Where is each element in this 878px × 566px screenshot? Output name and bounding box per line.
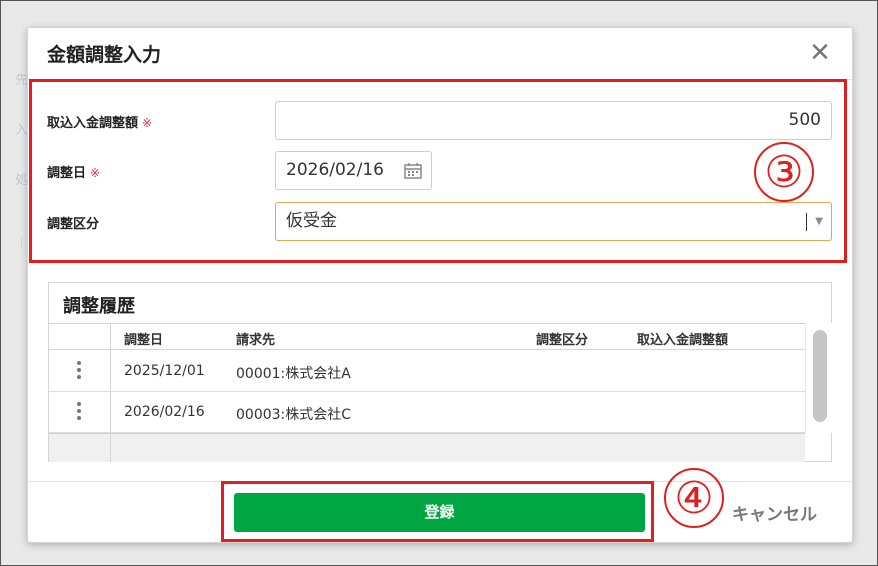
cancel-button[interactable]: キャンセル bbox=[732, 500, 817, 525]
row-date: 2025/12/01 bbox=[124, 363, 205, 379]
adjustment-history-panel: 調整履歴 調整日 請求先 調整区分 取込入金調整額 2025/12/01 000… bbox=[48, 282, 832, 462]
annotation-step3: ③ bbox=[754, 142, 814, 202]
history-title: 調整履歴 bbox=[63, 296, 135, 317]
kebab-menu-icon[interactable] bbox=[77, 402, 83, 424]
column-header[interactable]: 調整日 bbox=[124, 329, 163, 348]
history-table-header: 調整日 請求先 調整区分 取込入金調整額 bbox=[49, 323, 805, 350]
row-customer: 00001:株式会社A bbox=[236, 366, 351, 382]
kebab-menu-icon[interactable] bbox=[77, 361, 83, 383]
table-row[interactable]: 2025/12/01 00001:株式会社A bbox=[49, 351, 805, 392]
table-footer bbox=[49, 433, 805, 462]
column-header[interactable]: 請求先 bbox=[236, 329, 275, 348]
row-date: 2026/02/16 bbox=[124, 404, 205, 420]
column-divider bbox=[110, 323, 111, 462]
annotation-box-step4 bbox=[221, 481, 654, 542]
annotation-step4: ④ bbox=[664, 468, 724, 528]
dialog-title: 金額調整入力 bbox=[47, 44, 162, 66]
row-customer: 00003:株式会社C bbox=[236, 407, 352, 423]
annotation-box-step3 bbox=[29, 79, 847, 263]
scrollbar[interactable] bbox=[805, 323, 832, 433]
table-row[interactable]: 2026/02/16 00003:株式会社C bbox=[49, 392, 805, 433]
close-icon[interactable]: ✕ bbox=[806, 37, 834, 69]
column-header[interactable]: 調整区分 bbox=[536, 329, 588, 348]
scrollbar-thumb[interactable] bbox=[813, 330, 827, 422]
dialog-header: 金額調整入力 ✕ bbox=[28, 28, 852, 80]
column-header[interactable]: 取込入金調整額 bbox=[637, 329, 728, 348]
